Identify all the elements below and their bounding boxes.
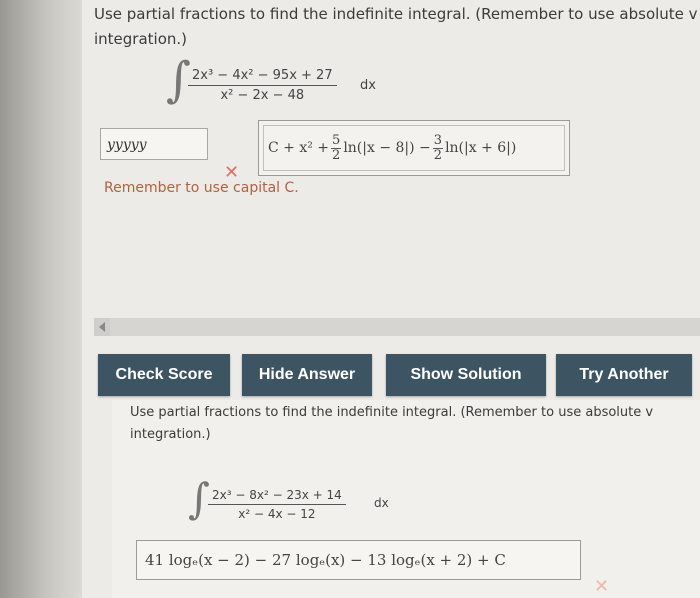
fraction-numerator: 3 [432, 132, 444, 149]
hide-answer-button[interactable]: Hide Answer [242, 354, 372, 396]
denominator: x² − 4x − 12 [238, 507, 316, 521]
answer-suffix: ln(|x + 6|) [445, 140, 517, 156]
fraction-denominator: 2 [433, 147, 443, 163]
fraction-5-2: 5 2 [331, 132, 342, 163]
numerator: 2x³ − 8x² − 23x + 14 [208, 488, 346, 505]
fraction-denominator: 2 [332, 147, 341, 163]
dx-label: dx [360, 78, 376, 93]
prompt-line-1: Use partial fractions to find the indefi… [94, 5, 698, 23]
question-panel: Use partial fractions to find the indefi… [82, 0, 700, 598]
answer-prefix: C + x² + [268, 140, 330, 156]
question-prompt-2: Use partial fractions to find the indefi… [130, 402, 700, 446]
close-icon: ✕ [594, 576, 610, 597]
fraction-numerator: 5 [331, 132, 342, 149]
answer-middle: ln(|x − 8|) − [343, 140, 431, 156]
check-score-button[interactable]: Check Score [98, 354, 230, 396]
scroll-left-button[interactable] [94, 318, 110, 336]
integral-sign: ∫ [188, 474, 210, 523]
chevron-left-icon [99, 322, 105, 332]
answer-input-2[interactable]: 41 logₑ(x − 2) − 27 logₑ(x) − 13 logₑ(x … [136, 540, 581, 580]
correct-answer-box: C + x² + 5 2 ln(|x − 8|) − 3 2 ln(|x + 6… [258, 120, 570, 176]
window-edge [0, 0, 82, 598]
fraction-3-2: 3 2 [432, 132, 444, 163]
integrand-fraction: 2x³ − 4x² − 95x + 27 x² − 2x − 48 [188, 68, 337, 103]
answer-input[interactable]: yyyyy [100, 128, 208, 160]
feedback-message: Remember to use capital C. [104, 180, 299, 196]
question-prompt: Use partial fractions to find the indefi… [94, 2, 700, 52]
dx-label: dx [374, 496, 389, 510]
prompt-line-2: integration.) [130, 427, 211, 442]
integrand-fraction-2: 2x³ − 8x² − 23x + 14 x² − 4x − 12 [208, 488, 346, 521]
numerator: 2x³ − 4x² − 95x + 27 [188, 68, 337, 86]
try-another-button[interactable]: Try Another [556, 354, 692, 396]
show-solution-button[interactable]: Show Solution [386, 354, 546, 396]
prompt-line-2: integration.) [94, 30, 188, 48]
correct-answer-expression: C + x² + 5 2 ln(|x − 8|) − 3 2 ln(|x + 6… [263, 125, 565, 171]
prompt-line-1: Use partial fractions to find the indefi… [130, 405, 654, 420]
denominator: x² − 2x − 48 [220, 88, 305, 103]
horizontal-scrollbar[interactable] [94, 318, 700, 336]
next-question-card: Use partial fractions to find the indefi… [112, 400, 700, 598]
